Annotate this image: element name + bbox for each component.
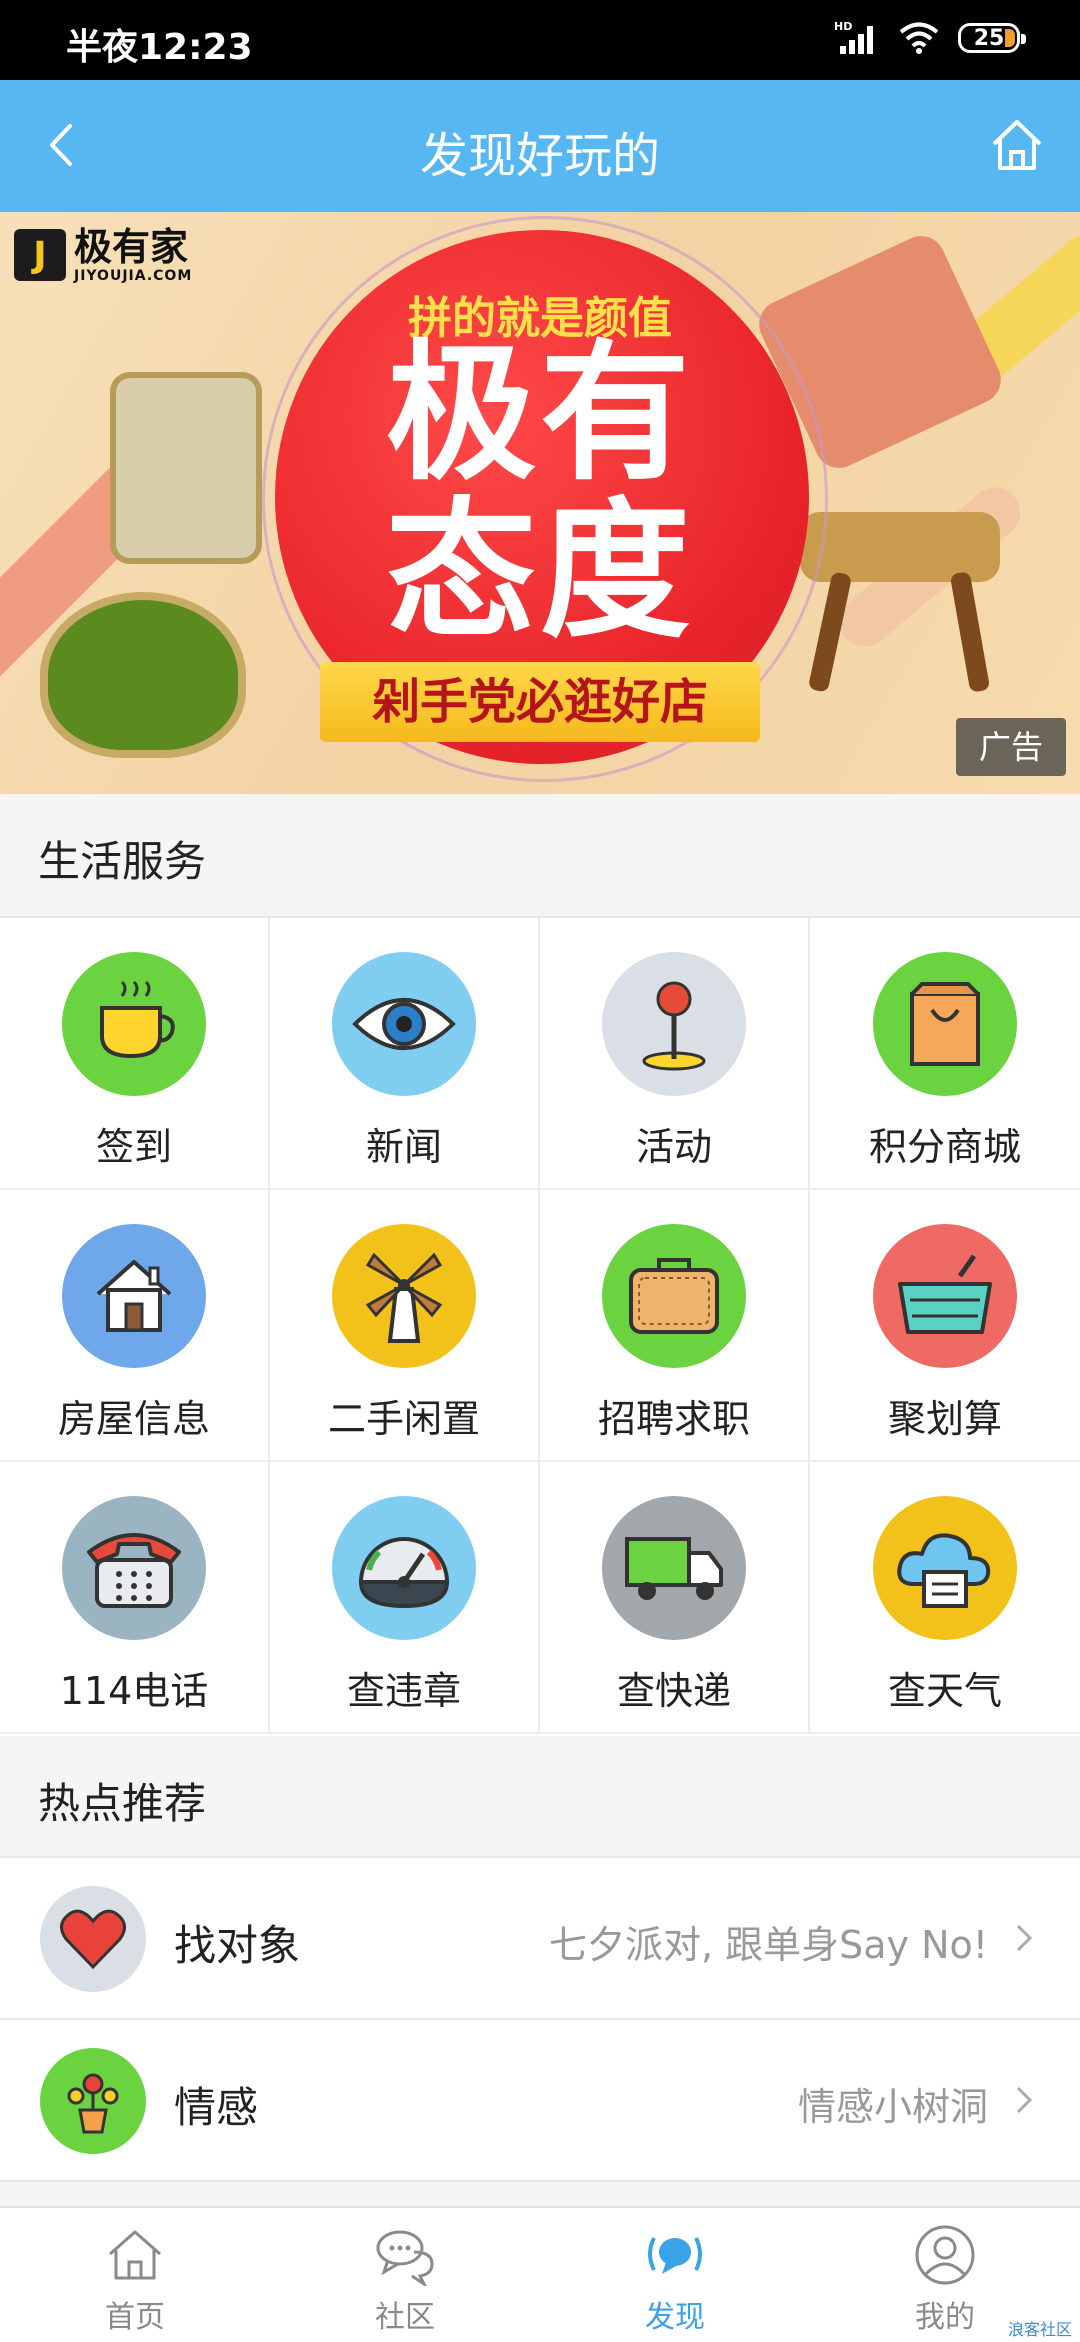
truck-icon bbox=[602, 1496, 746, 1640]
flower-pot-icon bbox=[40, 2048, 146, 2154]
map-pin-icon bbox=[602, 952, 746, 1096]
home-icon[interactable] bbox=[988, 116, 1046, 174]
nav-label: 发现 bbox=[645, 2300, 705, 2335]
wifi-icon bbox=[899, 22, 939, 54]
hot-item-name: 找对象 bbox=[174, 1921, 301, 1970]
house-icon bbox=[62, 1224, 206, 1368]
service-events[interactable]: 活动 bbox=[540, 918, 810, 1190]
status-bar: 半夜12:23 HD 25 bbox=[0, 0, 1080, 80]
briefcase-icon bbox=[602, 1224, 746, 1368]
basket-icon bbox=[873, 1224, 1017, 1368]
service-deals[interactable]: 聚划算 bbox=[810, 1190, 1080, 1462]
service-express[interactable]: 查快递 bbox=[540, 1462, 810, 1734]
service-label: 查快递 bbox=[616, 1669, 731, 1713]
service-grid: 签到 新闻 活动 积分商城 房屋信息 二手闲置 招聘求职 聚划算 114电话 查… bbox=[0, 916, 1080, 1736]
service-points-mall[interactable]: 积分商城 bbox=[810, 918, 1080, 1190]
service-jobs[interactable]: 招聘求职 bbox=[540, 1190, 810, 1462]
profile-icon bbox=[915, 2225, 975, 2285]
hot-item-emotion[interactable]: 情感 情感小树洞 bbox=[0, 2020, 1080, 2182]
service-label: 查天气 bbox=[887, 1669, 1002, 1713]
nav-label: 社区 bbox=[375, 2300, 435, 2335]
hot-item-dating[interactable]: 找对象 七夕派对, 跟单身Say No! bbox=[0, 1858, 1080, 2020]
service-label: 查违章 bbox=[346, 1669, 461, 1713]
banner-ribbon: 剁手党必逛好店 bbox=[320, 662, 760, 742]
chat-icon bbox=[376, 2230, 434, 2286]
coffee-cup-icon bbox=[62, 952, 206, 1096]
service-traffic-violation[interactable]: 查违章 bbox=[270, 1462, 540, 1734]
battery-icon: 25 bbox=[958, 23, 1026, 53]
hot-item-desc: 情感小树洞 bbox=[797, 2085, 988, 2129]
windmill-icon bbox=[332, 1224, 476, 1368]
hot-header: 热点推荐 bbox=[0, 1736, 1080, 1856]
ad-banner[interactable]: J 极有家 JIYOUJIA.COM 拼的就是颜值 极有 态度 剁手党必逛好店 … bbox=[0, 212, 1080, 794]
watermark: 浪客社区 bbox=[1007, 2320, 1072, 2339]
status-icons: HD 25 bbox=[834, 20, 1026, 56]
home-icon bbox=[109, 2230, 161, 2280]
hot-item-desc: 七夕派对, 跟单身Say No! bbox=[548, 1923, 988, 1967]
speedometer-icon bbox=[332, 1496, 476, 1640]
service-label: 积分商城 bbox=[868, 1125, 1021, 1169]
service-news[interactable]: 新闻 bbox=[270, 918, 540, 1190]
service-housing[interactable]: 房屋信息 bbox=[0, 1190, 270, 1462]
heart-icon bbox=[40, 1886, 146, 1992]
nav-label: 首页 bbox=[105, 2300, 165, 2335]
brand-name: 极有家 bbox=[74, 225, 189, 269]
service-label: 新闻 bbox=[365, 1125, 442, 1169]
shopping-bag-icon bbox=[873, 952, 1017, 1096]
service-checkin[interactable]: 签到 bbox=[0, 918, 270, 1190]
bottom-nav: 首页 社区 发现 我的 浪客社区 bbox=[0, 2206, 1080, 2342]
top-header: 发现好玩的 bbox=[0, 80, 1080, 212]
brand-logo: J 极有家 JIYOUJIA.COM bbox=[14, 226, 192, 284]
cloud-icon bbox=[873, 1496, 1017, 1640]
service-weather[interactable]: 查天气 bbox=[810, 1462, 1080, 1734]
service-label: 二手闲置 bbox=[327, 1397, 480, 1441]
banner-headline-1: 极有 bbox=[385, 327, 694, 501]
signal-icon: HD bbox=[834, 20, 873, 54]
banner-headline-2: 态度 bbox=[385, 485, 694, 659]
battery-level: 25 bbox=[973, 25, 1005, 51]
discover-icon bbox=[648, 2237, 702, 2274]
section-title: 生活服务 bbox=[38, 837, 207, 886]
service-label: 招聘求职 bbox=[597, 1397, 750, 1441]
service-label: 聚划算 bbox=[887, 1397, 1002, 1441]
chevron-right-icon bbox=[1016, 2086, 1033, 2114]
service-second-hand[interactable]: 二手闲置 bbox=[270, 1190, 540, 1462]
life-services-header: 生活服务 bbox=[0, 794, 1080, 914]
service-label: 房屋信息 bbox=[57, 1397, 210, 1441]
telephone-icon bbox=[62, 1496, 206, 1640]
status-time: 半夜12:23 bbox=[66, 27, 253, 68]
nav-community[interactable]: 社区 bbox=[270, 2208, 540, 2342]
hot-item-name: 情感 bbox=[174, 2083, 259, 2132]
ad-label: 广告 bbox=[956, 718, 1066, 776]
chevron-right-icon bbox=[1016, 1924, 1033, 1952]
service-label: 活动 bbox=[635, 1125, 712, 1169]
service-label: 114电话 bbox=[59, 1669, 209, 1713]
nav-home[interactable]: 首页 bbox=[0, 2208, 270, 2342]
service-label: 签到 bbox=[95, 1125, 172, 1169]
page-title: 发现好玩的 bbox=[419, 128, 660, 184]
hot-list: 找对象 七夕派对, 跟单身Say No! 情感 情感小树洞 bbox=[0, 1856, 1080, 2182]
brand-mark-icon: J bbox=[14, 229, 66, 281]
service-114-phone[interactable]: 114电话 bbox=[0, 1462, 270, 1734]
eye-icon bbox=[332, 952, 476, 1096]
nav-discover[interactable]: 发现 bbox=[540, 2208, 810, 2342]
section-title: 热点推荐 bbox=[38, 1779, 207, 1828]
svg-text:HD: HD bbox=[834, 20, 852, 33]
